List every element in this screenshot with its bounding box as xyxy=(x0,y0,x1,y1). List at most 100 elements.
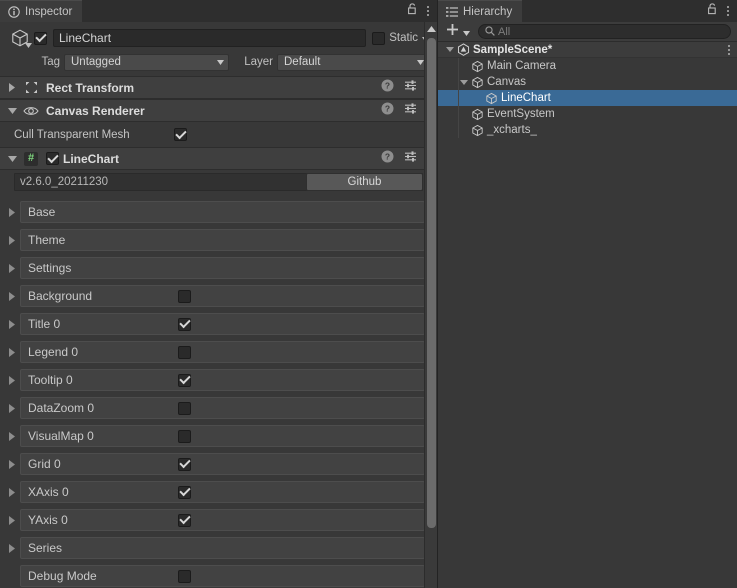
foldout-yaxis-0[interactable]: YAxis 0 xyxy=(20,509,425,531)
foldout-xaxis-0[interactable]: XAxis 0 xyxy=(20,481,425,503)
foldout-enable-checkbox[interactable] xyxy=(178,373,191,387)
chevron-down-icon[interactable] xyxy=(25,35,32,53)
gameobject-enabled-checkbox[interactable] xyxy=(34,31,47,45)
inspector-tabbar: Inspector xyxy=(0,0,437,22)
foldout-arrow-right-icon[interactable] xyxy=(4,319,20,329)
svg-text:?: ? xyxy=(385,80,390,90)
foldout-arrow-right-icon[interactable] xyxy=(4,83,20,92)
foldout-enable-checkbox[interactable] xyxy=(178,457,191,471)
tag-dropdown[interactable]: Untagged xyxy=(64,53,229,71)
hierarchy-tabbar: Hierarchy xyxy=(438,0,737,22)
foldout-arrow-right-icon[interactable] xyxy=(4,291,20,301)
hierarchy-item-linechart[interactable]: LineChart xyxy=(438,90,737,106)
static-checkbox[interactable] xyxy=(372,31,386,45)
foldout-enable-checkbox[interactable] xyxy=(178,345,191,359)
component-header-rect-transform[interactable]: Rect Transform ? xyxy=(0,76,437,99)
foldout-arrow-right-icon[interactable] xyxy=(4,459,20,469)
padlock-unlocked-icon[interactable] xyxy=(407,2,418,20)
foldout-enable-checkbox[interactable] xyxy=(178,317,191,331)
github-button[interactable]: Github xyxy=(306,173,423,191)
foldout-title-0[interactable]: Title 0 xyxy=(20,313,425,335)
foldout-series[interactable]: Series xyxy=(20,537,425,559)
gameobject-name-value: LineChart xyxy=(59,31,112,45)
foldout-enable-checkbox[interactable] xyxy=(178,401,191,415)
foldout-enable-checkbox[interactable] xyxy=(178,289,191,303)
foldout-tooltip-0[interactable]: Tooltip 0 xyxy=(20,369,425,391)
foldout-arrow-right-icon[interactable] xyxy=(4,235,20,245)
help-icon[interactable]: ? xyxy=(381,102,394,120)
layer-value: Default xyxy=(284,56,321,68)
foldout-row: Title 0 xyxy=(4,310,425,338)
tab-hierarchy[interactable]: Hierarchy xyxy=(438,0,523,22)
foldout-arrow-down-icon[interactable] xyxy=(4,155,20,162)
preset-icon[interactable] xyxy=(404,102,417,120)
kebab-menu-icon[interactable] xyxy=(728,42,730,57)
foldout-row: Grid 0 xyxy=(4,450,425,478)
hierarchy-item-canvas[interactable]: Canvas xyxy=(438,74,737,90)
padlock-unlocked-icon[interactable] xyxy=(707,2,718,20)
version-row: v2.6.0_20211230 Github xyxy=(0,170,437,194)
help-icon[interactable]: ? xyxy=(381,79,394,97)
foldout-row: Background xyxy=(4,282,425,310)
foldout-label: Debug Mode xyxy=(28,569,97,583)
foldout-datazoom-0[interactable]: DataZoom 0 xyxy=(20,397,425,419)
foldout-arrow-right-icon[interactable] xyxy=(4,263,20,273)
help-icon[interactable]: ? xyxy=(381,150,394,168)
foldout-arrow-down-icon[interactable] xyxy=(4,107,20,114)
foldout-arrow-right-icon[interactable] xyxy=(4,487,20,497)
foldout-settings[interactable]: Settings xyxy=(20,257,425,279)
component-enabled-checkbox[interactable] xyxy=(46,152,59,165)
foldout-legend-0[interactable]: Legend 0 xyxy=(20,341,425,363)
tab-inspector[interactable]: Inspector xyxy=(0,0,83,22)
kebab-menu-icon[interactable] xyxy=(727,6,729,16)
hierarchy-item-eventsystem[interactable]: EventSystem xyxy=(438,106,737,122)
foldout-label: Base xyxy=(28,205,56,219)
preset-icon[interactable] xyxy=(404,150,417,168)
inspector-scrollbar-thumb[interactable] xyxy=(427,38,436,528)
tree-arrow-down-icon[interactable] xyxy=(458,79,469,85)
foldout-row: Series xyxy=(4,534,425,562)
component-header-linechart[interactable]: # LineChart ? xyxy=(0,147,437,170)
foldout-enable-checkbox[interactable] xyxy=(178,429,191,443)
hierarchy-toolbar: All xyxy=(438,22,737,42)
foldout-arrow-right-icon[interactable] xyxy=(4,515,20,525)
foldout-visualmap-0[interactable]: VisualMap 0 xyxy=(20,425,425,447)
create-button[interactable] xyxy=(444,23,472,41)
search-input[interactable]: All xyxy=(478,24,731,39)
foldout-background[interactable]: Background xyxy=(20,285,425,307)
search-placeholder: All xyxy=(498,25,511,38)
search-icon xyxy=(485,23,495,41)
foldout-row: Base xyxy=(4,198,425,226)
hierarchy-scene-row[interactable]: SampleScene* xyxy=(438,42,737,58)
foldout-row: Debug Mode xyxy=(4,562,425,588)
foldout-arrow-right-icon[interactable] xyxy=(4,431,20,441)
foldout-enable-checkbox[interactable] xyxy=(178,485,191,499)
hierarchy-item-main-camera[interactable]: Main Camera xyxy=(438,58,737,74)
foldout-debug-mode[interactable]: Debug Mode xyxy=(20,565,425,587)
foldout-arrow-right-icon[interactable] xyxy=(4,543,20,553)
layer-dropdown[interactable]: Default xyxy=(277,53,429,71)
foldout-arrow-right-icon[interactable] xyxy=(4,375,20,385)
hierarchy-item-xcharts[interactable]: _xcharts_ xyxy=(438,122,737,138)
hierarchy-tree: SampleScene* Main Camera Canvas LineChart Ev… xyxy=(438,42,737,138)
rect-transform-icon xyxy=(20,80,42,95)
foldout-enable-checkbox[interactable] xyxy=(178,513,191,527)
component-header-canvas-renderer[interactable]: Canvas Renderer ? xyxy=(0,99,437,122)
foldout-base[interactable]: Base xyxy=(20,201,425,223)
hierarchy-item-label: Canvas xyxy=(487,76,526,88)
inspector-scrollbar[interactable] xyxy=(424,22,437,588)
foldout-arrow-right-icon[interactable] xyxy=(4,347,20,357)
hierarchy-item-label: SampleScene* xyxy=(473,43,553,56)
tree-arrow-down-icon[interactable] xyxy=(444,47,455,52)
tab-hierarchy-label: Hierarchy xyxy=(463,5,513,18)
preset-icon[interactable] xyxy=(404,79,417,97)
foldout-grid-0[interactable]: Grid 0 xyxy=(20,453,425,475)
foldout-theme[interactable]: Theme xyxy=(20,229,425,251)
cull-transparent-mesh-checkbox[interactable] xyxy=(174,128,187,141)
scroll-up-arrow-icon[interactable] xyxy=(425,22,437,35)
foldout-arrow-right-icon[interactable] xyxy=(4,207,20,217)
kebab-menu-icon[interactable] xyxy=(427,6,429,16)
foldout-enable-checkbox[interactable] xyxy=(178,569,191,583)
gameobject-name-field[interactable]: LineChart xyxy=(53,29,367,47)
foldout-arrow-right-icon[interactable] xyxy=(4,403,20,413)
